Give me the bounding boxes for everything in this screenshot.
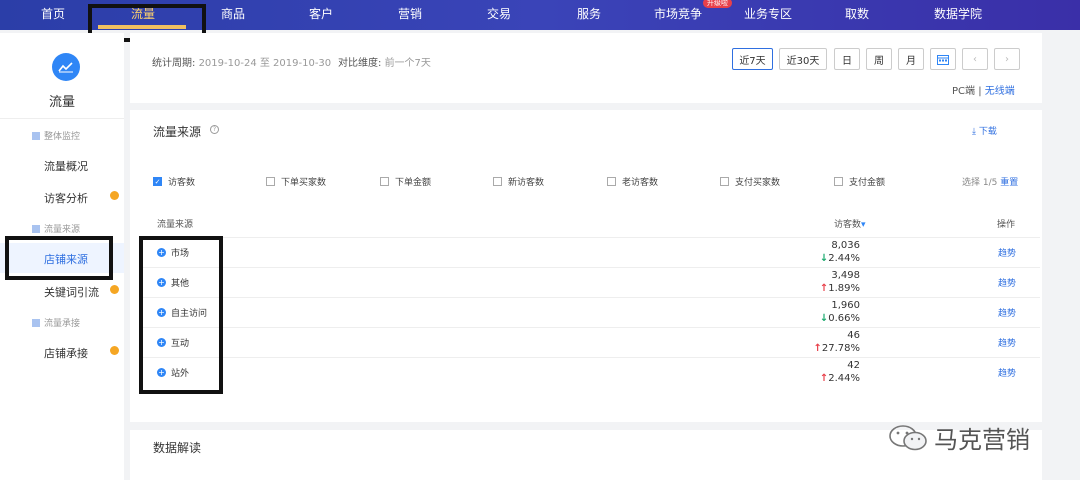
- arrow-up-icon: ↑: [819, 373, 829, 384]
- arrow-down-icon: ↓: [819, 253, 829, 264]
- row-change: ↑1.89%: [819, 283, 860, 294]
- table-row: + 其他 3,498 ↑1.89% 趋势: [140, 267, 1040, 296]
- row-visitors: 8,036: [831, 240, 860, 251]
- nav-home[interactable]: 首页: [28, 0, 78, 30]
- notification-dot: [110, 285, 119, 294]
- building-icon: [32, 131, 40, 140]
- col-header-source: 流量来源: [157, 220, 194, 230]
- row-visitors: 46: [847, 330, 860, 341]
- btn-week[interactable]: 周: [866, 48, 892, 70]
- metric-pay-amount[interactable]: 支付金额: [834, 175, 885, 188]
- select-info: 选择 1/5 重置: [962, 178, 1019, 188]
- prev-arrow-icon[interactable]: ‹: [962, 48, 988, 70]
- metric-order-buyers[interactable]: 下单买家数: [266, 175, 326, 188]
- sidebar-group-source: 流量来源: [32, 222, 80, 235]
- metric-order-amount[interactable]: 下单金额: [380, 175, 431, 188]
- metric-pay-buyers[interactable]: 支付买家数: [720, 175, 780, 188]
- period-value: 2019-10-24 至 2019-10-30: [198, 58, 332, 69]
- notification-dot: [110, 346, 119, 355]
- row-change: ↑2.44%: [819, 373, 860, 384]
- nav-product[interactable]: 商品: [208, 0, 258, 30]
- pc-option[interactable]: PC端: [952, 86, 975, 97]
- table-row: + 自主访问 1,960 ↓0.66% 趋势: [140, 297, 1040, 326]
- highlight-box-sources: [139, 236, 223, 394]
- notification-dot: [110, 191, 119, 200]
- building-icon: [32, 318, 40, 327]
- nav-service[interactable]: 服务: [564, 0, 614, 30]
- btn-month[interactable]: 月: [898, 48, 924, 70]
- table-row: + 站外 42 ↑2.44% 趋势: [140, 357, 1040, 386]
- reset-link[interactable]: 重置: [1000, 178, 1018, 188]
- row-visitors: 3,498: [831, 270, 860, 281]
- btn-day[interactable]: 日: [834, 48, 860, 70]
- highlight-box-sidebar: [5, 236, 113, 280]
- trend-link[interactable]: 趋势: [998, 336, 1016, 349]
- btn-7days[interactable]: 近7天: [732, 48, 773, 70]
- compare-label: 对比维度: 前一个7天: [338, 58, 431, 69]
- metric-old-visitors[interactable]: 老访客数: [607, 175, 658, 188]
- nav-trade[interactable]: 交易: [474, 0, 524, 30]
- hot-badge: 升级啦: [703, 0, 732, 8]
- watermark: 马克营销: [888, 420, 1030, 455]
- checkbox[interactable]: [720, 177, 729, 186]
- table-row: + 互动 46 ↑27.78% 趋势: [140, 327, 1040, 356]
- trend-link[interactable]: 趋势: [998, 306, 1016, 319]
- sidebar-title: 流量: [48, 95, 75, 110]
- metric-new-visitors[interactable]: 新访客数: [493, 175, 544, 188]
- row-change: ↓0.66%: [819, 313, 860, 324]
- nav-data-academy[interactable]: 数据学院: [918, 0, 998, 30]
- calendar-icon[interactable]: [930, 48, 956, 70]
- checkbox[interactable]: [380, 177, 389, 186]
- period-label: 统计周期: 2019-10-24 至 2019-10-30: [152, 58, 332, 69]
- metric-visitors[interactable]: ✓ 访客数: [153, 175, 195, 188]
- row-change: ↑27.78%: [813, 343, 860, 354]
- btn-30days[interactable]: 近30天: [779, 48, 827, 70]
- wireless-option[interactable]: 无线端: [985, 86, 1015, 97]
- sidebar-group-undertake: 流量承接: [32, 316, 80, 329]
- divider: [0, 118, 124, 119]
- col-header-visitors[interactable]: 访客数▾: [834, 217, 866, 230]
- nav-customer[interactable]: 客户: [296, 0, 346, 30]
- section-title-data-interpret: 数据解读: [153, 441, 202, 455]
- trend-link[interactable]: 趋势: [998, 276, 1016, 289]
- nav-fetch-data[interactable]: 取数: [832, 0, 882, 30]
- sidebar-group-overall: 整体监控: [32, 129, 80, 142]
- building-icon: [32, 224, 40, 233]
- device-toggle: PC端 | 无线端: [952, 86, 1015, 97]
- wechat-icon: [889, 424, 927, 450]
- checkbox[interactable]: [607, 177, 616, 186]
- checkbox-checked[interactable]: ✓: [153, 177, 162, 186]
- traffic-chart-icon: [52, 53, 80, 81]
- col-header-action: 操作: [997, 220, 1016, 230]
- trend-link[interactable]: 趋势: [998, 366, 1016, 379]
- checkbox[interactable]: [834, 177, 843, 186]
- row-change: ↓2.44%: [819, 253, 860, 264]
- download-link[interactable]: ⤓ 下载: [972, 124, 997, 137]
- help-icon[interactable]: ?: [210, 125, 219, 134]
- section-title-traffic-source: 流量来源: [153, 125, 202, 139]
- nav-marketing[interactable]: 营销: [385, 0, 435, 30]
- next-arrow-icon[interactable]: ›: [994, 48, 1020, 70]
- nav-market-competition[interactable]: 市场竞争: [648, 0, 708, 30]
- trend-link[interactable]: 趋势: [998, 246, 1016, 259]
- checkbox[interactable]: [493, 177, 502, 186]
- arrow-up-icon: ↑: [813, 343, 822, 354]
- row-visitors: 1,960: [831, 300, 860, 311]
- compare-value: 前一个7天: [384, 58, 431, 69]
- checkbox[interactable]: [266, 177, 275, 186]
- row-visitors: 42: [847, 360, 860, 371]
- nav-business-zone[interactable]: 业务专区: [738, 0, 798, 30]
- table-row: + 市场 8,036 ↓2.44% 趋势: [140, 237, 1040, 266]
- sort-desc-icon[interactable]: ▾: [861, 220, 866, 230]
- arrow-down-icon: ↓: [819, 313, 829, 324]
- arrow-up-icon: ↑: [819, 283, 829, 294]
